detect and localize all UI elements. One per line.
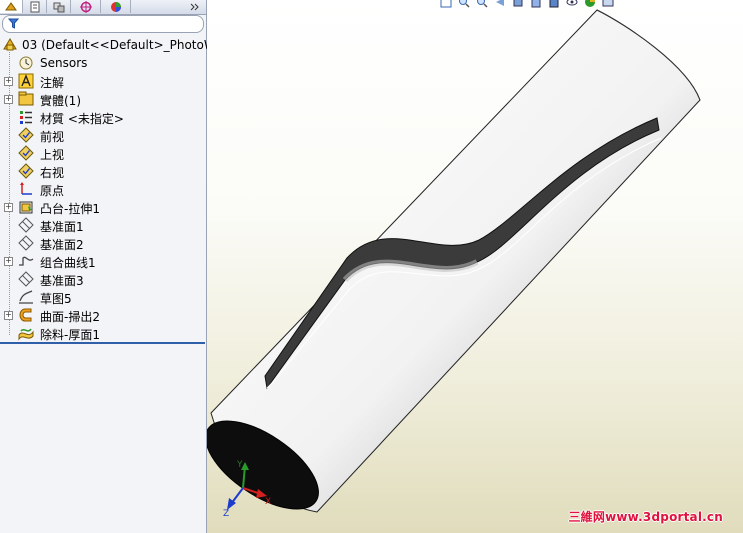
expand-toggle[interactable]: +	[4, 76, 13, 86]
sketch-icon	[19, 290, 33, 304]
ref-plane-icon	[18, 271, 34, 287]
tree-item-material[interactable]: 材質 <未指定>	[0, 108, 206, 126]
ref-plane-icon	[18, 235, 34, 251]
tree-item-annotations[interactable]: + 注解	[0, 72, 206, 90]
tree-item-thicken-cut1[interactable]: 除料-厚面1	[0, 324, 206, 342]
tree-item-label: 基准面3	[40, 274, 84, 288]
featuremanager-tab-icon	[5, 1, 17, 10]
tree-item-label: 右视	[40, 166, 65, 180]
featuremanager-tab[interactable]	[0, 0, 23, 13]
panel-splitter[interactable]	[0, 342, 205, 344]
plane-icon	[18, 163, 34, 179]
triad-z-label: Z	[223, 509, 229, 518]
material-icon	[20, 111, 32, 124]
tree-item-label: 曲面-掃出2	[40, 310, 100, 324]
expand-toggle[interactable]: +	[4, 202, 13, 212]
tree-item-label: 组合曲线1	[40, 256, 96, 270]
boss-extrude-icon	[19, 201, 33, 214]
expand-toggle[interactable]: +	[4, 256, 13, 266]
configurationmanager-tab[interactable]	[48, 0, 71, 13]
dimxpert-tab[interactable]	[72, 0, 101, 13]
tree-item-plane2[interactable]: 基准面2	[0, 234, 206, 252]
appearance-tab-icon	[111, 1, 121, 12]
surface-sweep-icon	[19, 308, 32, 322]
reference-triad[interactable]: Y X Z	[221, 458, 281, 518]
filter-funnel-icon	[8, 18, 19, 29]
tree-item-sketch5[interactable]: 草图5	[0, 288, 206, 306]
tree-item-surface-sweep2[interactable]: + 曲面-掃出2	[0, 306, 206, 324]
expand-toggle[interactable]: +	[4, 310, 13, 320]
expand-tabs-button[interactable]	[186, 0, 204, 13]
tree-item-label: 材質 <未指定>	[40, 112, 124, 126]
panel-tab-strip	[0, 0, 206, 15]
thicken-cut-icon	[18, 328, 34, 341]
feature-filter-input[interactable]	[2, 15, 204, 33]
tree-item-label: 基准面1	[40, 220, 84, 234]
tree-item-label: 原点	[40, 184, 65, 198]
featuremanager-panel: 03 (Default<<Default>_PhotoWorks D Senso…	[0, 0, 254, 533]
propertymanager-tab-icon	[30, 1, 40, 12]
origin-icon	[20, 182, 32, 195]
composite-curve-icon	[19, 256, 34, 266]
plane-icon	[18, 145, 34, 161]
annotations-icon	[18, 73, 34, 89]
solid-bodies-icon	[18, 91, 34, 106]
tree-item-label: 實體(1)	[40, 94, 81, 108]
propertymanager-tab[interactable]	[24, 0, 47, 13]
tree-item-composite-curve1[interactable]: + 组合曲线1	[0, 252, 206, 270]
tree-item-sensors[interactable]: Sensors	[0, 54, 206, 72]
tree-item-label: 基准面2	[40, 238, 84, 252]
expand-toggle[interactable]: +	[4, 94, 13, 104]
tree-root-part[interactable]: 03 (Default<<Default>_PhotoWorks D	[0, 36, 254, 54]
part-icon	[3, 38, 17, 51]
tree-item-plane1[interactable]: 基准面1	[0, 216, 206, 234]
tree-item-label: 上视	[40, 148, 65, 162]
watermark-text: 三維网www.3dportal.cn	[568, 510, 723, 524]
tree-item-label: 草图5	[40, 292, 72, 306]
sensors-icon	[19, 56, 33, 70]
tree-item-boss-extrude1[interactable]: + 凸台-拉伸1	[0, 198, 206, 216]
configurationmanager-tab-icon	[53, 2, 65, 12]
triad-x-label: X	[265, 497, 271, 507]
appearance-tab[interactable]	[102, 0, 131, 13]
model-viewport	[207, 9, 701, 513]
tree-item-front-plane[interactable]: 前视	[0, 126, 206, 144]
tree-item-origin[interactable]: 原点	[0, 180, 206, 198]
ref-plane-icon	[18, 217, 34, 233]
tree-item-label: Sensors	[40, 56, 88, 70]
tree-item-label: 除料-厚面1	[40, 328, 100, 342]
double-chevron-right-icon	[190, 3, 199, 10]
tree-item-label: 前视	[40, 130, 65, 144]
tree-item-plane3[interactable]: 基准面3	[0, 270, 206, 288]
tree-item-top-plane[interactable]: 上视	[0, 144, 206, 162]
tree-item-label: 注解	[40, 76, 65, 90]
triad-y-label: Y	[236, 460, 243, 470]
tree-item-right-plane[interactable]: 右视	[0, 162, 206, 180]
tree-item-solid-bodies[interactable]: + 實體(1)	[0, 90, 206, 108]
dimxpert-tab-icon	[80, 0, 92, 13]
graphics-area[interactable]: Y X Z 三維网www.3dportal.cn	[207, 0, 743, 533]
tree-item-label: 凸台-拉伸1	[40, 202, 100, 216]
plane-icon	[18, 127, 34, 143]
